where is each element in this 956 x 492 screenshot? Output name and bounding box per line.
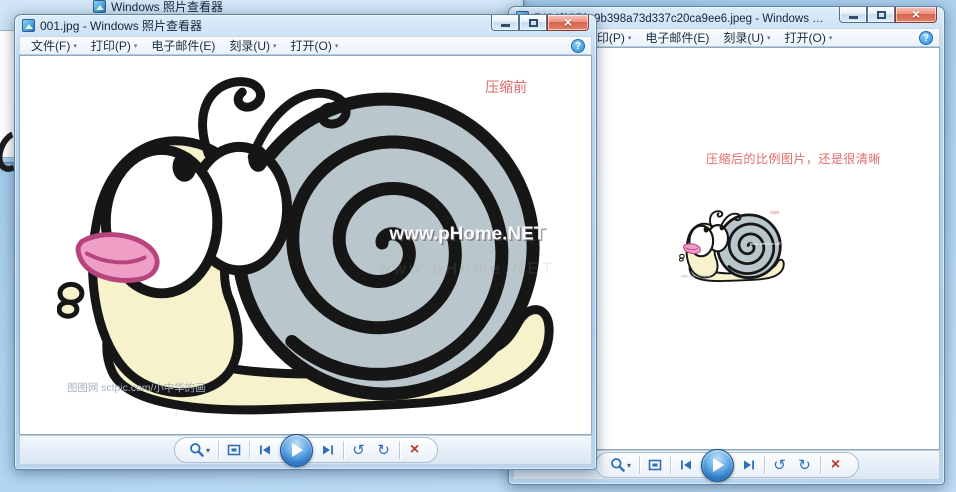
help-button[interactable]: ?: [919, 31, 933, 45]
menubar: 文件(F)▾ 打印(P)▾ 电子邮件(E) 刻录(U)▾ 打开(O)▾ ?: [19, 36, 592, 55]
annotation-after: 压缩后的比例图片，还是很清晰: [706, 150, 881, 167]
actual-size-icon: [226, 442, 242, 458]
chevron-down-icon: ▾: [335, 42, 339, 50]
menu-email[interactable]: 电子邮件(E): [638, 27, 716, 48]
divider: [399, 441, 400, 459]
chevron-down-icon: ▾: [767, 34, 771, 42]
menu-open[interactable]: 打开(O)▾: [284, 35, 346, 56]
photo-viewer-icon: [93, 0, 106, 13]
rotate-counterclockwise-button[interactable]: ↺: [349, 440, 369, 460]
rotate-cw-icon: ↻: [377, 443, 390, 458]
window-controls: ×: [839, 7, 937, 23]
previous-icon: [257, 442, 273, 458]
photo-before: [57, 62, 555, 433]
play-slideshow-button[interactable]: [280, 434, 313, 467]
next-icon: [320, 442, 336, 458]
rotate-ccw-icon: ↺: [773, 458, 786, 473]
actual-size-button[interactable]: [224, 440, 244, 460]
menu-open[interactable]: 打开(O)▾: [778, 27, 840, 48]
divider: [343, 441, 344, 459]
previous-icon: [678, 457, 694, 473]
chevron-down-icon: ▾: [628, 34, 632, 42]
photo-viewer-icon: [22, 19, 35, 32]
magnifier-icon: [610, 457, 626, 473]
magnifier-icon: [189, 442, 205, 458]
divider: [670, 456, 671, 474]
chevron-down-icon: ▾: [134, 42, 138, 50]
actual-size-icon: [647, 457, 663, 473]
delete-icon: ×: [831, 457, 840, 473]
photo-viewer-window-before: 001.jpg - Windows 照片查看器 × 文件(F)▾ 打印(P)▾ …: [14, 14, 597, 470]
rotate-clockwise-button[interactable]: ↻: [795, 455, 815, 475]
actual-size-button[interactable]: [645, 455, 665, 475]
divider: [639, 456, 640, 474]
menu-burn[interactable]: 刻录(U)▾: [716, 27, 777, 48]
divider: [218, 441, 219, 459]
chevron-down-icon: ▾: [829, 34, 833, 42]
zoom-button[interactable]: ▾: [187, 440, 213, 460]
zoom-button[interactable]: ▾: [608, 455, 634, 475]
play-icon: [292, 443, 303, 457]
rotate-clockwise-button[interactable]: ↻: [374, 440, 394, 460]
previous-button[interactable]: [676, 455, 696, 475]
window-title: 001.jpg - Windows 照片查看器: [40, 17, 202, 34]
delete-button[interactable]: ×: [405, 440, 425, 460]
photo-after: [679, 207, 785, 286]
close-button[interactable]: ×: [547, 15, 589, 31]
divider: [820, 456, 821, 474]
rotate-ccw-icon: ↺: [352, 443, 365, 458]
chevron-down-icon: ▾: [273, 42, 277, 50]
chevron-down-icon: ▾: [73, 42, 77, 50]
play-slideshow-button[interactable]: [701, 449, 734, 482]
viewer-toolbar: ▾ ↺ ↻ ×: [19, 435, 592, 465]
photo-canvas: [19, 55, 592, 435]
menu-email[interactable]: 电子邮件(E): [144, 35, 222, 56]
menu-burn[interactable]: 刻录(U)▾: [222, 35, 283, 56]
minimize-button[interactable]: [491, 15, 519, 31]
divider: [764, 456, 765, 474]
help-button[interactable]: ?: [571, 39, 585, 53]
rotate-counterclockwise-button[interactable]: ↺: [770, 455, 790, 475]
chevron-down-icon: ▾: [206, 446, 210, 455]
toolbar-group: ▾ ↺ ↻ ×: [174, 437, 438, 463]
play-icon: [713, 458, 724, 472]
rotate-cw-icon: ↻: [798, 458, 811, 473]
next-button[interactable]: [739, 455, 759, 475]
background-window-title: Windows 照片查看器: [111, 0, 223, 15]
divider: [249, 441, 250, 459]
delete-button[interactable]: ×: [826, 455, 846, 475]
minimize-button[interactable]: [839, 7, 867, 23]
delete-icon: ×: [410, 442, 419, 458]
window-controls: ×: [491, 15, 589, 31]
chevron-down-icon: ▾: [627, 461, 631, 470]
menu-print[interactable]: 打印(P)▾: [84, 35, 145, 56]
next-icon: [741, 457, 757, 473]
menu-file[interactable]: 文件(F)▾: [24, 35, 84, 56]
toolbar-group: ▾ ↺ ↻ ×: [595, 452, 859, 478]
previous-button[interactable]: [255, 440, 275, 460]
maximize-button[interactable]: [867, 7, 895, 23]
next-button[interactable]: [318, 440, 338, 460]
maximize-button[interactable]: [519, 15, 547, 31]
close-button[interactable]: ×: [895, 7, 937, 23]
